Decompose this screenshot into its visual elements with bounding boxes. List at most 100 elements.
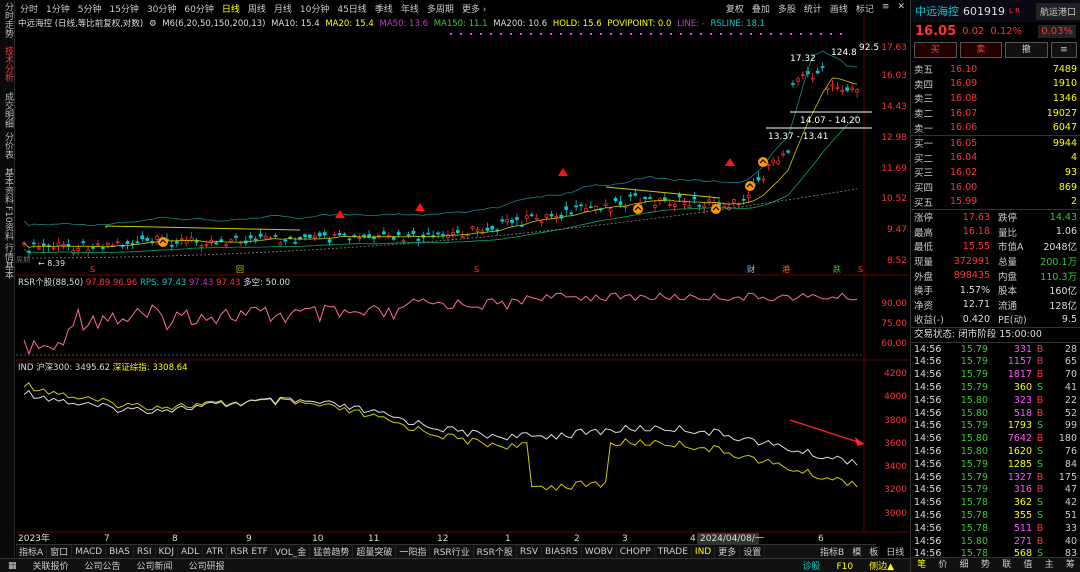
- cancel-button[interactable]: 撤: [1005, 42, 1048, 58]
- indicator-tab-10[interactable]: 猛兽趋势: [310, 545, 354, 558]
- rsr-v3: 97.43: [189, 278, 214, 288]
- panel-tab-0[interactable]: 笔: [911, 558, 932, 572]
- indicator-tab-5[interactable]: KDJ: [156, 546, 178, 557]
- status-right-0[interactable]: 诊股: [794, 562, 828, 572]
- stat-value2: 160亿: [1049, 286, 1077, 298]
- indicator-tab-20[interactable]: IND: [692, 546, 716, 557]
- sector-name[interactable]: 航运港口: [1035, 2, 1080, 20]
- candle-body: [470, 226, 475, 229]
- candle-body: [786, 150, 790, 153]
- indicator-tab-21[interactable]: 更多: [715, 545, 741, 558]
- indicator-tab-2[interactable]: MACD: [72, 546, 107, 557]
- asks-price: 16.08: [950, 92, 978, 104]
- status-item-1[interactable]: 公司公告: [77, 559, 129, 572]
- signal-dot: [520, 33, 522, 35]
- indicator-tab-3[interactable]: BIAS: [106, 546, 134, 557]
- indicator-right-0[interactable]: 指标B: [816, 545, 848, 558]
- chart-canvas[interactable]: 17.63 16.03 14.43 12.98 11.69 10.52 9.47 8.52 90…: [0, 0, 910, 544]
- stat-value: 898435: [953, 270, 990, 282]
- indicator-tab-11[interactable]: 超量突破: [353, 545, 397, 558]
- indicator-tab-7[interactable]: ATR: [203, 546, 228, 557]
- indicator-tab-19[interactable]: TRADE: [655, 546, 692, 557]
- signal-dot: [650, 33, 652, 35]
- bids-row[interactable]: 买一 16.05 9944: [911, 136, 1080, 151]
- indicator-tab-6[interactable]: ADL: [178, 546, 204, 557]
- event-marker[interactable]: 跌: [833, 264, 841, 274]
- panel-tab-6[interactable]: 主: [1039, 558, 1060, 572]
- status-right-2[interactable]: 侧边▲: [861, 562, 902, 572]
- tick-vol: 355: [1013, 509, 1032, 521]
- tick-time: 14:56: [914, 356, 942, 368]
- x-axis-label: 7: [104, 534, 110, 544]
- event-marker[interactable]: S: [858, 265, 863, 274]
- status-item-3[interactable]: 公司研报: [181, 559, 233, 572]
- panel-tab-3[interactable]: 势: [975, 558, 996, 572]
- indicator-tab-16[interactable]: BIASRS: [542, 546, 582, 557]
- panel-tab-7[interactable]: 筹: [1060, 558, 1080, 572]
- indicator-tab-15[interactable]: RSV: [517, 546, 543, 557]
- low-label: ← 8.39: [38, 259, 65, 268]
- signal-dot: [830, 33, 832, 35]
- bids-row[interactable]: 买二 16.04 4: [911, 151, 1080, 166]
- asks-vol: 1910: [1052, 78, 1077, 90]
- indicator-tab-0[interactable]: 指标A: [16, 545, 48, 558]
- event-marker[interactable]: S: [474, 265, 479, 274]
- indicator-tab-17[interactable]: WOBV: [582, 546, 617, 557]
- event-marker[interactable]: S: [90, 265, 95, 274]
- tick-list[interactable]: 14:56 15.79 331 B 28 14:56 15.79 1157 B 65 14:56 15…: [911, 343, 1080, 572]
- indicator-right-1[interactable]: 模: [848, 545, 865, 558]
- stat-label2: 跌停: [998, 213, 1018, 225]
- candle-body: [229, 239, 233, 242]
- candle-body: [544, 214, 549, 218]
- asks-row[interactable]: 卖四 16.09 1910: [911, 77, 1080, 92]
- asks-row[interactable]: 卖五 16.10 7489: [911, 62, 1080, 77]
- asks-row[interactable]: 卖二 16.07 19027: [911, 106, 1080, 121]
- status-item-0[interactable]: 关联报价: [25, 559, 77, 572]
- asks-row[interactable]: 卖三 16.08 1346: [911, 91, 1080, 106]
- signal-dot: [530, 33, 532, 35]
- tick-price: 15.78: [960, 522, 988, 534]
- indicator-tab-8[interactable]: RSR ETF: [227, 546, 272, 557]
- menu-icon[interactable]: ≡: [1050, 42, 1078, 58]
- stat-value2: 14.43: [1049, 211, 1077, 223]
- signal-dot: [560, 33, 562, 35]
- indicator-tab-1[interactable]: 窗口: [47, 545, 73, 558]
- indicator-tab-22[interactable]: 设置: [740, 545, 766, 558]
- indicator-right-3[interactable]: 日线: [882, 545, 908, 558]
- stat-label2: 量比: [998, 227, 1018, 239]
- event-marker[interactable]: 财: [747, 264, 755, 274]
- tick-row: 14:56 15.79 1327 B 175: [911, 471, 1080, 484]
- tick-count: 40: [1064, 535, 1077, 547]
- event-marker[interactable]: 港: [782, 264, 790, 274]
- panel-tab-4[interactable]: 联: [996, 558, 1017, 572]
- bids-row[interactable]: 买四 16.00 869: [911, 180, 1080, 195]
- event-marker[interactable]: 回: [236, 265, 244, 274]
- ind-axis-label: 3400: [884, 462, 907, 472]
- panel-tab-2[interactable]: 细: [954, 558, 975, 572]
- grid-icon[interactable]: ▦: [0, 561, 25, 571]
- asks-row[interactable]: 卖一 16.06 6047: [911, 120, 1080, 135]
- bids-row[interactable]: 买三 16.02 93: [911, 165, 1080, 180]
- buy-point-icon: [633, 204, 643, 214]
- indicator-tab-18[interactable]: CHOPP: [617, 546, 655, 557]
- ind-axis-label: 3800: [884, 416, 907, 426]
- tick-price: 15.79: [960, 381, 988, 393]
- indicator-tab-9[interactable]: VOL_金: [272, 545, 311, 558]
- panel-tab-5[interactable]: 值: [1017, 558, 1038, 572]
- ind-hs300: 沪深300: 3495.62: [36, 363, 111, 373]
- indicator-tab-4[interactable]: RSI: [134, 546, 156, 557]
- panel-tab-1[interactable]: 价: [932, 558, 953, 572]
- indicator-tab-12[interactable]: 一阳指: [396, 545, 431, 558]
- tick-price: 15.80: [960, 445, 988, 457]
- status-item-2[interactable]: 公司新闻: [129, 559, 181, 572]
- status-right-1[interactable]: F10: [828, 562, 861, 572]
- indicator-tab-14[interactable]: RSR个股: [474, 545, 517, 558]
- tick-row: 14:56 15.79 331 B 28: [911, 343, 1080, 356]
- buy-button[interactable]: 买: [914, 42, 957, 58]
- sell-button[interactable]: 卖: [959, 42, 1003, 58]
- indicator-tab-13[interactable]: RSR行业: [430, 545, 474, 558]
- stat-value2: 110.3万: [1040, 271, 1077, 283]
- tick-row: 14:56 15.79 1285 S 84: [911, 458, 1080, 471]
- bids-row[interactable]: 买五 15.99 2: [911, 194, 1080, 209]
- indicator-right-2[interactable]: 板: [865, 545, 882, 558]
